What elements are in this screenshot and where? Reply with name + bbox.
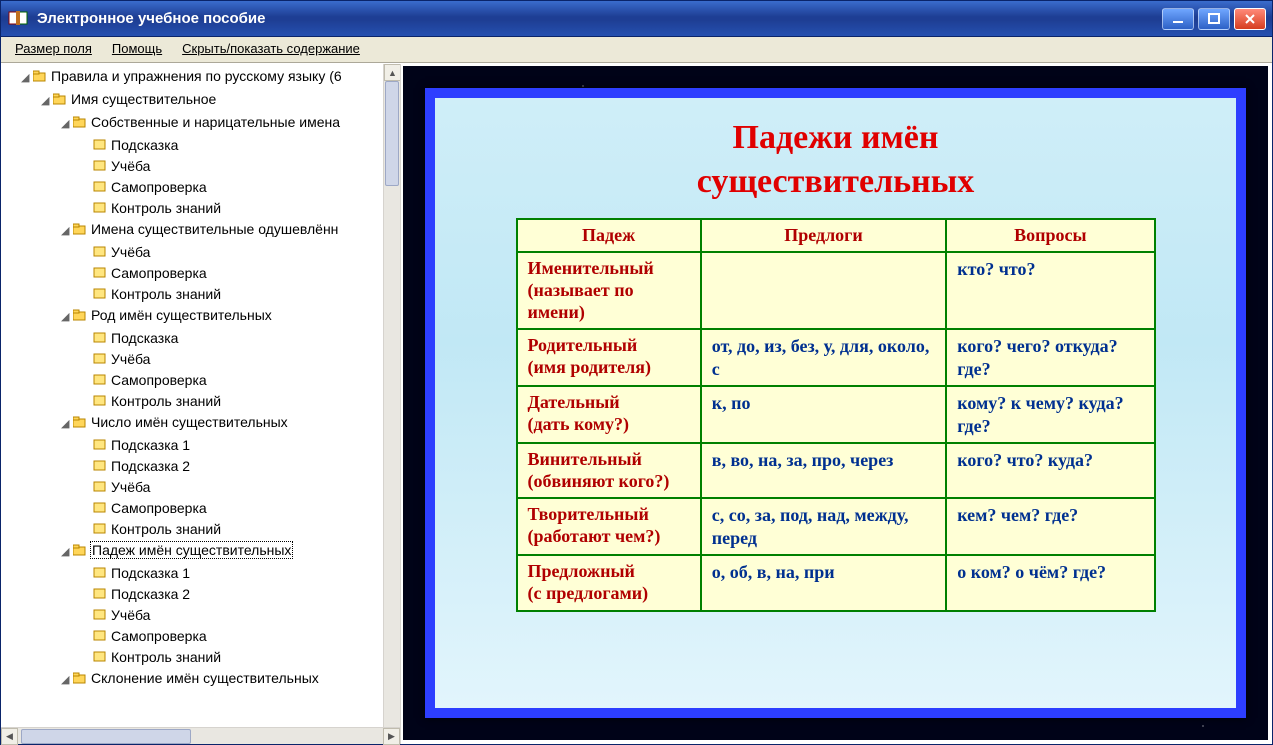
tree-leaf[interactable]: Самопроверка [3, 370, 400, 391]
slide: Падежи имён существительных Падеж Предло… [435, 98, 1236, 708]
titlebar[interactable]: Электронное учебное пособие [1, 1, 1272, 37]
tree-item-selected[interactable]: ◢Падеж имён существительных [3, 540, 400, 563]
tree-item[interactable]: ◢Род имён существительных [3, 305, 400, 328]
slide-viewer: Падежи имён существительных Падеж Предло… [403, 66, 1268, 740]
tree-leaf[interactable]: Подсказка 1 [3, 435, 400, 456]
tree-item[interactable]: ◢Число имён существительных [3, 412, 400, 435]
slide-frame: Падежи имён существительных Падеж Предло… [425, 88, 1246, 718]
maximize-button[interactable] [1198, 8, 1230, 30]
table-row: Винительный(обвиняют кого?) в, во, на, з… [517, 443, 1155, 498]
tree-leaf[interactable]: Самопроверка [3, 263, 400, 284]
scroll-up-button[interactable]: ▲ [384, 64, 400, 81]
tree-item[interactable]: ◢Имена существительные одушевлённ [3, 219, 400, 242]
col-prep-header: Предлоги [701, 219, 947, 252]
table-row: Предложный(с предлогами) о, об, в, на, п… [517, 555, 1155, 610]
tree-leaf[interactable]: Подсказка 1 [3, 563, 400, 584]
slide-title: Падежи имён существительных [697, 116, 975, 204]
app-icon [7, 8, 29, 30]
tree-leaf[interactable]: Подсказка 2 [3, 584, 400, 605]
app-window: Электронное учебное пособие Размер поля … [0, 0, 1273, 745]
tree-horizontal-scrollbar[interactable]: ◀ ▶ [1, 727, 400, 744]
sidebar: ◢Правила и упражнения по русскому языку … [1, 64, 401, 744]
menubar: Размер поля Помощь Скрыть/показать содер… [1, 37, 1272, 63]
menu-help[interactable]: Помощь [102, 37, 172, 62]
cases-table: Падеж Предлоги Вопросы Именительный(назы… [516, 218, 1156, 611]
toc-tree[interactable]: ◢Правила и упражнения по русскому языку … [1, 64, 400, 691]
tree-leaf[interactable]: Самопроверка [3, 177, 400, 198]
tree-leaf[interactable]: Контроль знаний [3, 198, 400, 219]
content-pane: Падежи имён существительных Падеж Предло… [401, 64, 1272, 744]
scroll-thumb[interactable] [385, 81, 399, 186]
tree-leaf[interactable]: Учёба [3, 477, 400, 498]
table-row: Творительный(работают чем?) с, со, за, п… [517, 498, 1155, 555]
window-title: Электронное учебное пособие [37, 10, 1162, 27]
tree-item[interactable]: ◢Имя существительное [3, 89, 400, 112]
table-row: Именительный(называет по имени) кто? что… [517, 252, 1155, 329]
tree-leaf[interactable]: Контроль знаний [3, 391, 400, 412]
scroll-track[interactable] [384, 81, 400, 727]
tree-leaf[interactable]: Подсказка [3, 328, 400, 349]
col-q-header: Вопросы [946, 219, 1154, 252]
menu-toggle-toc[interactable]: Скрыть/показать содержание [172, 37, 370, 62]
client-area: ◢Правила и упражнения по русскому языку … [1, 63, 1272, 744]
minimize-button[interactable] [1162, 8, 1194, 30]
tree-item[interactable]: ◢Собственные и нарицательные имена [3, 112, 400, 135]
tree-leaf[interactable]: Подсказка [3, 135, 400, 156]
table-row: Дательный(дать кому?) к, по кому? к чему… [517, 386, 1155, 443]
tree-leaf[interactable]: Самопроверка [3, 626, 400, 647]
tree-leaf[interactable]: Самопроверка [3, 498, 400, 519]
tree-root[interactable]: ◢Правила и упражнения по русскому языку … [3, 66, 400, 89]
menu-field-size[interactable]: Размер поля [5, 37, 102, 62]
tree-leaf[interactable]: Контроль знаний [3, 519, 400, 540]
scroll-right-button[interactable]: ▶ [383, 728, 400, 745]
tree-leaf[interactable]: Контроль знаний [3, 647, 400, 668]
tree-leaf[interactable]: Учёба [3, 605, 400, 626]
close-button[interactable] [1234, 8, 1266, 30]
tree-leaf[interactable]: Учёба [3, 156, 400, 177]
tree-leaf[interactable]: Учёба [3, 349, 400, 370]
window-buttons [1162, 8, 1266, 30]
tree-item[interactable]: ◢Склонение имён существительных [3, 668, 400, 691]
tree-leaf[interactable]: Контроль знаний [3, 284, 400, 305]
tree-leaf[interactable]: Подсказка 2 [3, 456, 400, 477]
tree-vertical-scrollbar[interactable]: ▲ [383, 64, 400, 727]
hscroll-thumb[interactable] [21, 729, 191, 744]
tree-scroll-area: ◢Правила и упражнения по русскому языку … [1, 64, 400, 727]
scroll-left-button[interactable]: ◀ [1, 728, 18, 745]
tree-leaf[interactable]: Учёба [3, 242, 400, 263]
col-case-header: Падеж [517, 219, 701, 252]
table-row: Родительный(имя родителя) от, до, из, бе… [517, 329, 1155, 386]
